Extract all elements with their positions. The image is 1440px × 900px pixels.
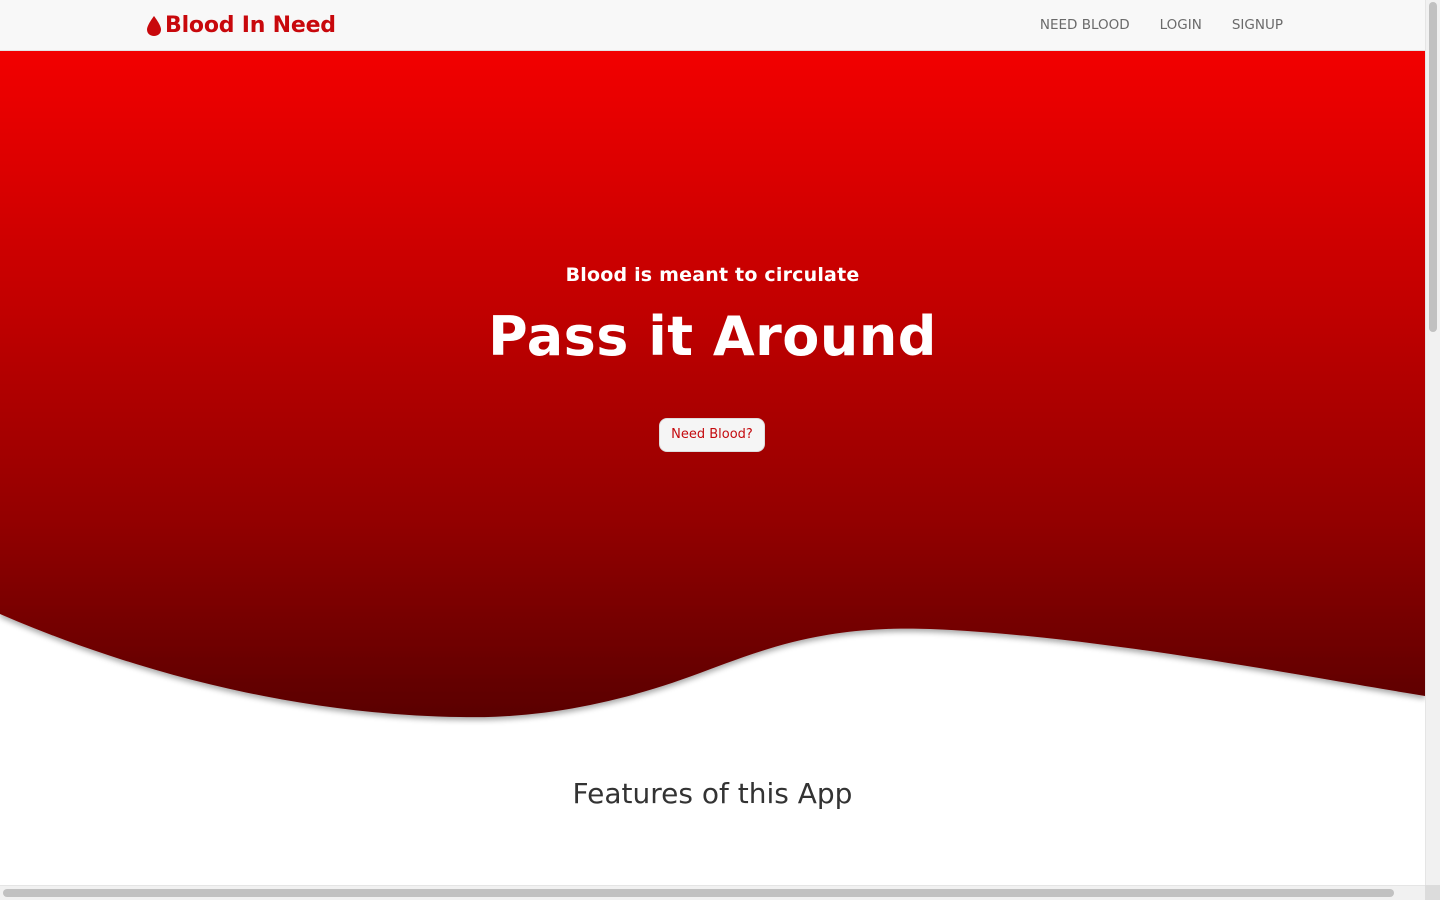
brand-link[interactable]: Blood In Need <box>146 13 336 38</box>
nav-link-login[interactable]: LOGIN <box>1160 17 1202 33</box>
nav-link-need-blood[interactable]: NEED BLOOD <box>1040 17 1130 33</box>
hero-title: Pass it Around <box>488 305 937 368</box>
scrollbar-corner <box>1425 885 1440 900</box>
need-blood-button[interactable]: Need Blood? <box>659 418 765 452</box>
blood-drop-icon <box>146 15 162 37</box>
horizontal-scrollbar[interactable] <box>0 885 1425 900</box>
page-viewport: Blood In Need NEED BLOOD LOGIN SIGNUP Bl… <box>0 0 1425 885</box>
horizontal-scrollbar-thumb[interactable] <box>3 889 1394 897</box>
vertical-scrollbar[interactable] <box>1425 0 1440 885</box>
nav-links: NEED BLOOD LOGIN SIGNUP <box>1010 0 1283 50</box>
nav-link-signup[interactable]: SIGNUP <box>1232 17 1283 33</box>
hero-subtitle: Blood is meant to circulate <box>565 264 860 286</box>
brand-name: Blood In Need <box>165 13 336 38</box>
hero-wave-background <box>0 51 1425 718</box>
hero-section <box>0 51 1425 731</box>
features-heading: Features of this App <box>572 777 853 810</box>
navbar: Blood In Need NEED BLOOD LOGIN SIGNUP <box>0 0 1425 51</box>
vertical-scrollbar-thumb[interactable] <box>1429 2 1437 332</box>
